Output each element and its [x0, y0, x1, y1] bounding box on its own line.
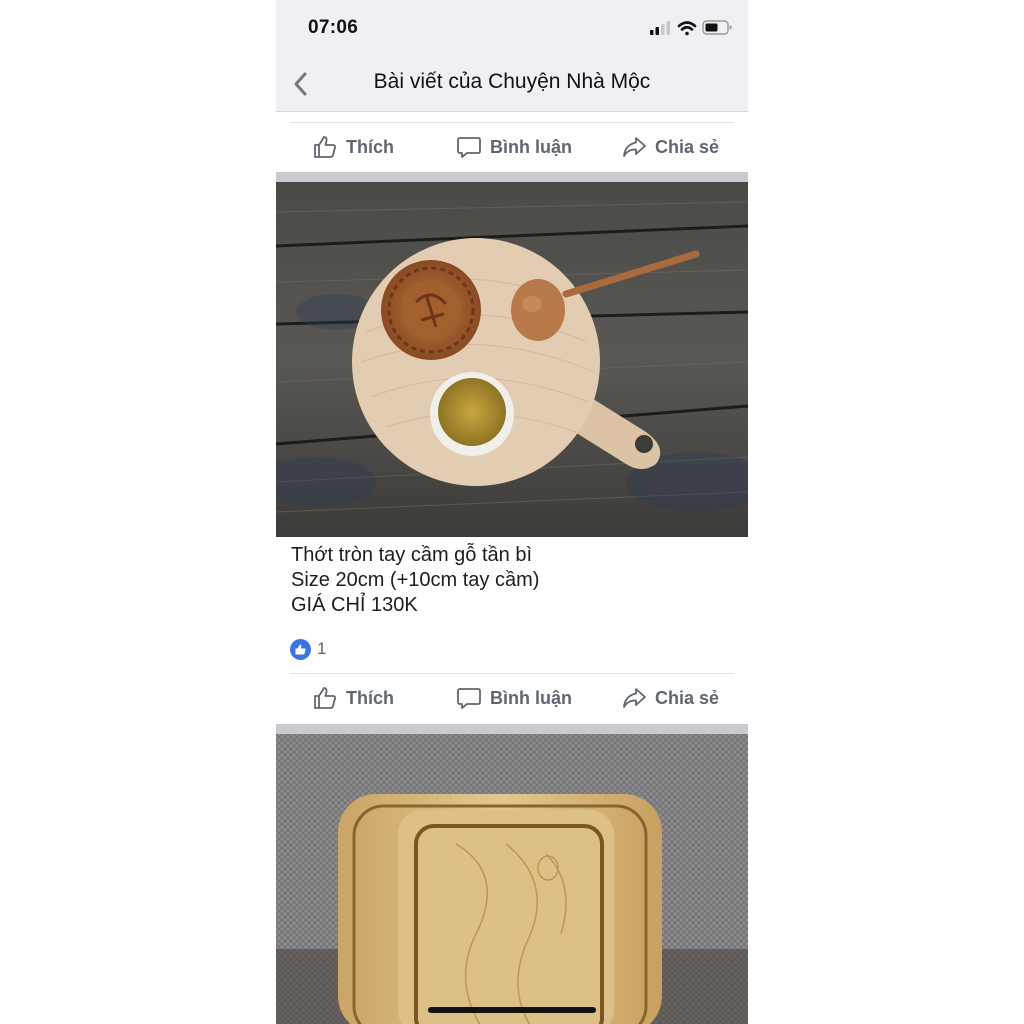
post-actions: Thích Bình luận Chia sẻ [276, 673, 748, 723]
comment-button[interactable]: Bình luận [456, 684, 572, 712]
share-button[interactable]: Chia sẻ [621, 133, 719, 161]
battery-icon [702, 20, 732, 35]
share-button[interactable]: Chia sẻ [621, 684, 719, 712]
nav-bar: Bài viết của Chuyện Nhà Mộc [276, 56, 748, 112]
comment-button[interactable]: Bình luận [456, 133, 572, 161]
share-icon [623, 137, 646, 157]
home-indicator[interactable] [428, 1007, 596, 1013]
post-actions: Thích Bình luận Chia sẻ [276, 122, 748, 172]
post-separator [276, 724, 748, 734]
share-label: Chia sẻ [655, 687, 720, 708]
like-button[interactable]: Thích [312, 684, 394, 712]
post-photo[interactable] [276, 734, 748, 1024]
divider [290, 673, 734, 674]
divider [290, 122, 734, 123]
caption-line: GIÁ CHỈ 130K [291, 594, 418, 616]
comment-icon [457, 137, 481, 158]
cellular-signal-icon [650, 21, 670, 35]
thumbs-up-icon [314, 136, 336, 158]
like-count: 1 [317, 639, 327, 658]
wifi-icon [677, 21, 697, 36]
comment-label: Bình luận [490, 136, 572, 157]
share-icon [623, 688, 646, 708]
like-label: Thích [346, 687, 394, 708]
like-reaction-icon [290, 638, 311, 660]
status-icons [650, 18, 732, 38]
like-label: Thích [346, 136, 394, 157]
status-bar: 07:06 [276, 0, 748, 56]
post-caption: Thớt tròn tay cầm gỗ tần bì Size 20cm (+… [291, 543, 539, 618]
caption-line: Thớt tròn tay cầm gỗ tần bì [291, 544, 533, 566]
comment-icon [457, 688, 481, 709]
post-separator [276, 172, 748, 182]
reaction-summary[interactable]: 1 [290, 638, 326, 660]
share-label: Chia sẻ [655, 136, 720, 157]
status-time: 07:06 [308, 17, 359, 38]
comment-label: Bình luận [490, 687, 572, 708]
caption-line: Size 20cm (+10cm tay cầm) [291, 569, 540, 591]
phone-screen: 07:06 Bài viết của Chuyện Nhà Mộc Thích … [276, 0, 748, 1024]
page-title: Bài viết của Chuyện Nhà Mộc [373, 70, 651, 93]
thumbs-up-icon [314, 687, 336, 709]
post-photo[interactable] [276, 182, 748, 537]
like-button[interactable]: Thích [312, 133, 394, 161]
